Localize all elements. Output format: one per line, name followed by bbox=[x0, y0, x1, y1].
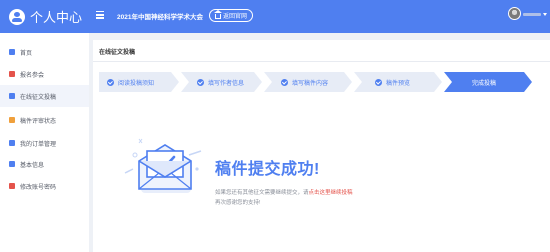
step-label: 填写作者信息 bbox=[208, 80, 245, 87]
step-arrow bbox=[171, 72, 179, 92]
step-separator bbox=[444, 72, 452, 92]
step-separator bbox=[264, 72, 272, 92]
step-arrow bbox=[524, 72, 532, 92]
step-separator bbox=[354, 72, 362, 92]
brand[interactable]: 个人中心 bbox=[0, 0, 89, 33]
password-icon bbox=[9, 183, 15, 189]
step-label: 填写稿件内容 bbox=[292, 80, 329, 87]
step-label: 完成投稿 bbox=[471, 80, 496, 87]
sidebar-item-label: 基本信息 bbox=[20, 162, 45, 169]
register-icon bbox=[9, 71, 15, 77]
user-name-blurred[interactable] bbox=[523, 13, 541, 16]
top-header: 个人中心 2021年中国神经科学学术大会 返回官网 bbox=[0, 0, 550, 33]
sidebar-item-review[interactable]: 稿件评审状态 bbox=[0, 109, 89, 131]
envelope-check-icon bbox=[124, 138, 202, 193]
home-icon bbox=[214, 10, 222, 19]
success-title: 稿件提交成功! bbox=[215, 161, 320, 178]
page-title: 在线征文投稿 bbox=[99, 50, 136, 56]
step-author-info: 填写作者信息 bbox=[181, 72, 254, 92]
sidebar-item-label: 修改账号密码 bbox=[20, 184, 57, 191]
check-circle-icon bbox=[375, 78, 382, 86]
sidebar-item-orders[interactable]: 我的订单管理 bbox=[0, 132, 89, 154]
step-separator bbox=[181, 72, 189, 92]
return-home-button[interactable]: 返回官网 bbox=[209, 9, 254, 22]
sidebar-item-home[interactable]: 首页 bbox=[0, 41, 89, 63]
app-title: 个人中心 bbox=[30, 10, 83, 25]
sidebar-item-password[interactable]: 修改账号密码 bbox=[0, 175, 89, 197]
check-circle-icon bbox=[281, 78, 288, 86]
step-manuscript-content: 填写稿件内容 bbox=[264, 72, 344, 92]
step-complete: 完成投稿 bbox=[444, 72, 524, 92]
success-message: 如果您还有其他征文需要继续提交，请点击这里继续投稿 bbox=[215, 188, 353, 196]
hamburger-icon[interactable] bbox=[96, 11, 104, 19]
check-circle-icon bbox=[107, 78, 114, 86]
thanks-message: 再次感谢您的支持! bbox=[215, 200, 261, 206]
submit-icon bbox=[9, 93, 15, 99]
sidebar-item-info[interactable]: 基本信息 bbox=[0, 153, 89, 175]
sidebar: 首页 报名参会 在线征文投稿 稿件评审状态 我的订单管理 基本信息 修改账号密码 bbox=[0, 33, 89, 252]
conference-title: 2021年中国神经科学学术大会 bbox=[117, 14, 203, 21]
user-center-icon bbox=[9, 8, 25, 25]
info-icon bbox=[9, 161, 15, 167]
sidebar-item-label: 我的订单管理 bbox=[20, 141, 57, 148]
continue-submit-link[interactable]: 点击这里继续投稿 bbox=[309, 190, 353, 196]
step-label: 稿件预览 bbox=[386, 80, 411, 87]
sidebar-item-submit[interactable]: 在线征文投稿 bbox=[0, 85, 89, 107]
step-label: 阅读投稿须知 bbox=[118, 80, 155, 87]
step-arrow bbox=[344, 72, 352, 92]
step-preview: 稿件预览 bbox=[354, 72, 434, 92]
home-icon bbox=[9, 49, 15, 55]
check-circle-icon bbox=[197, 78, 204, 86]
order-icon bbox=[9, 140, 15, 146]
step-read-notice: 阅读投稿须知 bbox=[99, 72, 171, 92]
sidebar-item-label: 首页 bbox=[20, 50, 33, 57]
return-home-label: 返回官网 bbox=[223, 14, 248, 20]
avatar[interactable] bbox=[508, 7, 521, 20]
step-arrow bbox=[434, 72, 442, 92]
chevron-down-icon[interactable] bbox=[543, 13, 547, 16]
sidebar-item-label: 报名参会 bbox=[20, 72, 45, 79]
success-message-prefix: 如果您还有其他征文需要继续提交，请 bbox=[215, 190, 309, 196]
sidebar-item-label: 稿件评审状态 bbox=[20, 118, 57, 125]
review-icon bbox=[9, 117, 15, 123]
divider bbox=[93, 61, 550, 62]
step-progress: 阅读投稿须知 填写作者信息 填写稿件内容 稿件预览 完成投稿 bbox=[99, 72, 543, 92]
step-arrow bbox=[254, 72, 262, 92]
sidebar-item-label: 在线征文投稿 bbox=[20, 94, 57, 101]
sidebar-item-register[interactable]: 报名参会 bbox=[0, 63, 89, 85]
